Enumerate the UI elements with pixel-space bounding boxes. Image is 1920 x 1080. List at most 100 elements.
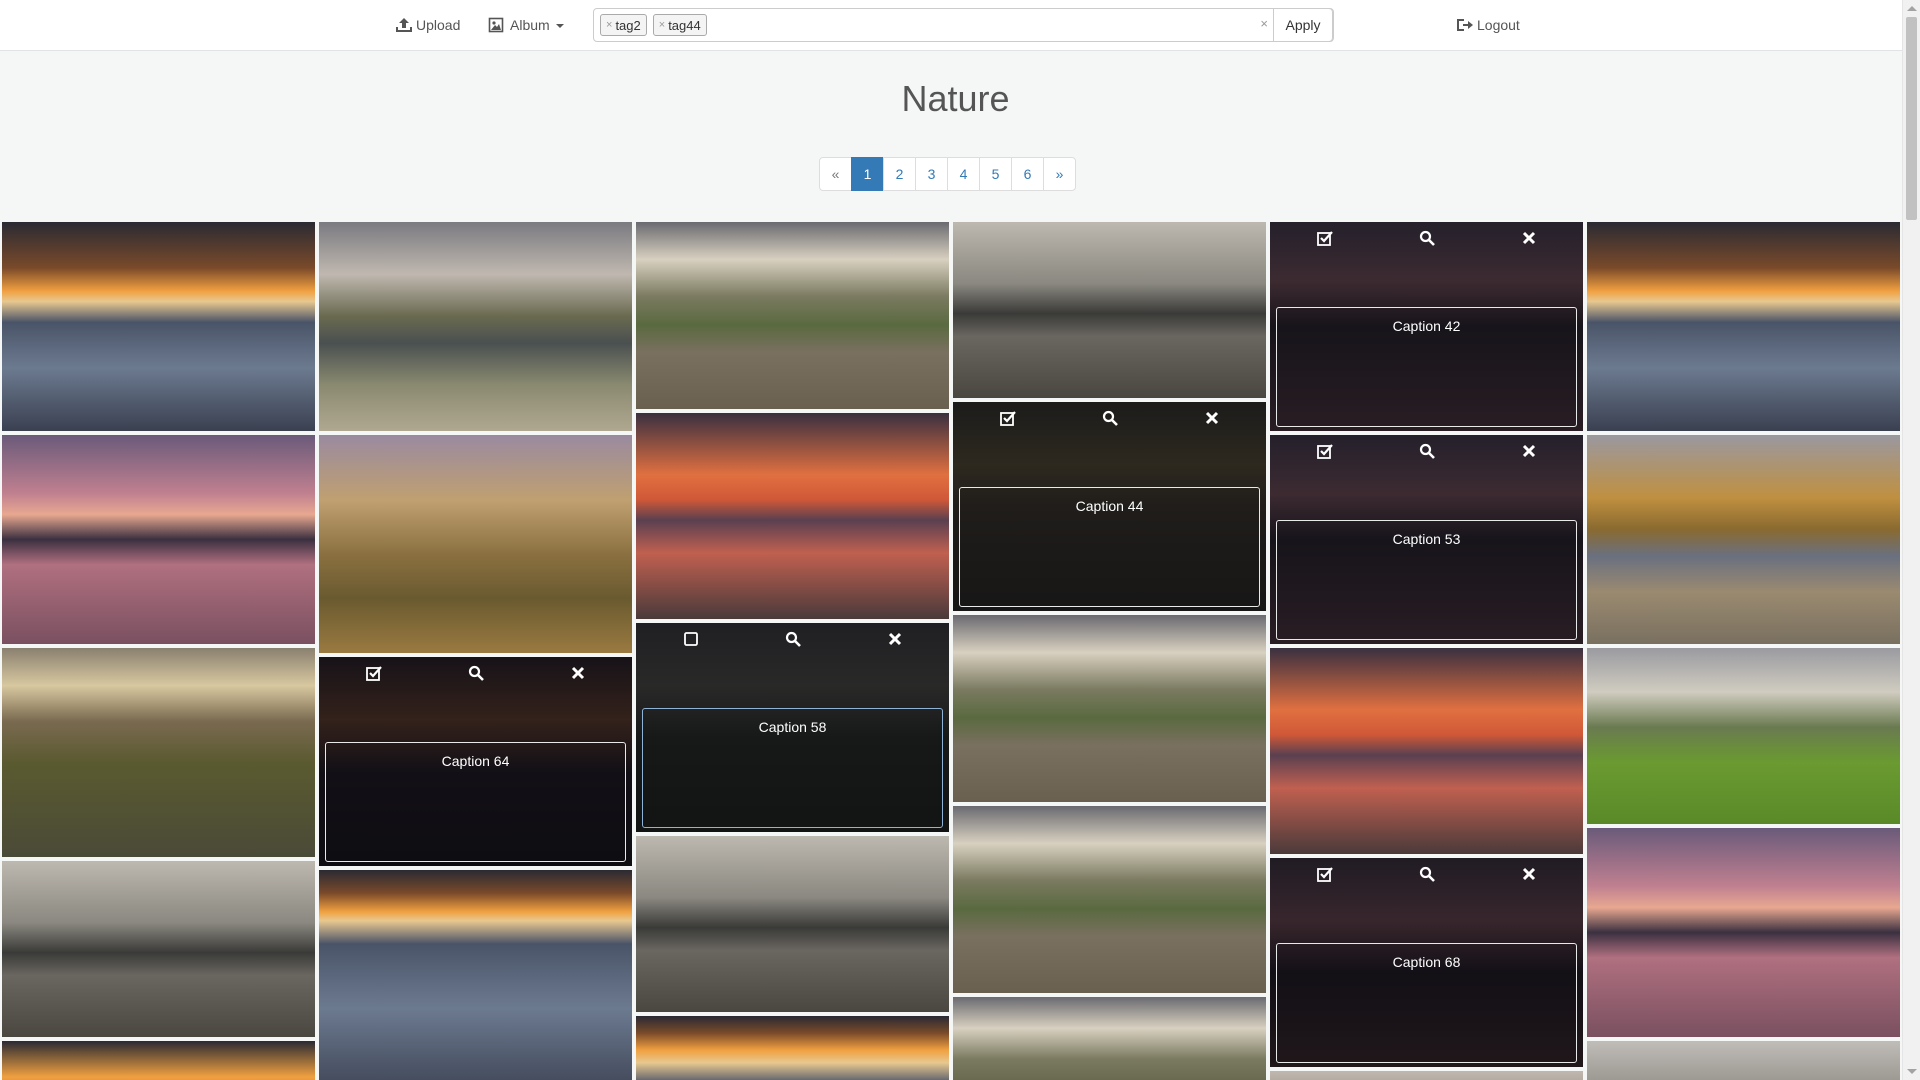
- apply-button[interactable]: Apply: [1273, 8, 1333, 42]
- caption-box: Caption 68: [1276, 943, 1577, 1063]
- photo-caption: Caption 42: [1392, 318, 1461, 334]
- tag-filter-input[interactable]: × tag2 × tag44 × Apply: [593, 8, 1334, 42]
- photo-image: [636, 222, 949, 409]
- photo-image: [319, 222, 632, 431]
- photo-tile[interactable]: [636, 1016, 949, 1080]
- photo-image: [636, 413, 949, 619]
- photo-tile[interactable]: [953, 806, 1266, 993]
- photo-caption: Caption 64: [441, 753, 510, 769]
- logout-icon: [1457, 19, 1473, 31]
- photo-tile[interactable]: [953, 615, 1266, 802]
- pagination-prev[interactable]: «: [819, 157, 852, 191]
- photo-image: [1270, 1071, 1583, 1080]
- photo-tile[interactable]: [2, 861, 315, 1037]
- photo-tile[interactable]: [2, 222, 315, 431]
- photo-tile[interactable]: [2, 648, 315, 857]
- pagination-page-1[interactable]: 1: [851, 157, 884, 191]
- photo-image: [953, 615, 1266, 802]
- zoom-icon[interactable]: [1100, 408, 1120, 428]
- page-title: Nature: [901, 78, 1010, 119]
- photo-tile[interactable]: [1270, 1071, 1583, 1080]
- photo-tile[interactable]: [2, 435, 315, 644]
- photo-tile[interactable]: Caption 53: [1270, 435, 1583, 644]
- photo-tile[interactable]: [2, 1041, 315, 1080]
- upload-button[interactable]: Upload: [395, 14, 460, 36]
- scrollbar-thumb[interactable]: [1906, 17, 1917, 220]
- photo-caption: Caption 68: [1392, 954, 1461, 970]
- photo-image: [2, 1041, 315, 1080]
- tag-remove-icon[interactable]: ×: [659, 19, 665, 31]
- remove-icon[interactable]: [1202, 408, 1222, 428]
- photo-tile[interactable]: [636, 222, 949, 409]
- remove-icon[interactable]: [1519, 441, 1539, 461]
- zoom-icon[interactable]: [466, 663, 486, 683]
- checkbox-checked-icon[interactable]: [1315, 441, 1335, 461]
- photo-caption: Caption 44: [1075, 498, 1144, 514]
- caption-box: Caption 64: [325, 742, 626, 862]
- zoom-icon[interactable]: [1417, 864, 1437, 884]
- pagination-page-3[interactable]: 3: [915, 157, 948, 191]
- photo-tile[interactable]: [319, 435, 632, 653]
- zoom-icon[interactable]: [783, 629, 803, 649]
- checkbox-checked-icon[interactable]: [1315, 864, 1335, 884]
- photo-caption: Caption 58: [758, 719, 827, 735]
- photo-tile[interactable]: [1270, 648, 1583, 854]
- photo-actions: [953, 408, 1266, 428]
- photo-tile[interactable]: Caption 58: [636, 623, 949, 832]
- photo-image: [2, 222, 315, 431]
- photo-tile[interactable]: [1587, 1041, 1900, 1080]
- tag-chip-label: tag2: [615, 17, 641, 33]
- photo-tile[interactable]: [953, 222, 1266, 398]
- photo-actions: [636, 629, 949, 649]
- photo-tile[interactable]: Caption 68: [1270, 858, 1583, 1067]
- photo-tile[interactable]: Caption 64: [319, 657, 632, 866]
- photo-image: [1587, 1041, 1900, 1080]
- remove-icon[interactable]: [885, 629, 905, 649]
- clear-tags-icon[interactable]: ×: [1260, 16, 1268, 31]
- zoom-icon[interactable]: [1417, 228, 1437, 248]
- tag-remove-icon[interactable]: ×: [606, 19, 612, 31]
- zoom-icon[interactable]: [1417, 441, 1437, 461]
- photo-image: [636, 1016, 949, 1080]
- photo-tile[interactable]: [319, 870, 632, 1080]
- photo-actions: [319, 663, 632, 683]
- checkbox-checked-icon[interactable]: [364, 663, 384, 683]
- remove-icon[interactable]: [568, 663, 588, 683]
- remove-icon[interactable]: [1519, 228, 1539, 248]
- pagination-page-2[interactable]: 2: [883, 157, 916, 191]
- photo-tile[interactable]: [1587, 435, 1900, 644]
- tag-chip: × tag2: [600, 14, 647, 36]
- photo-tile[interactable]: [636, 413, 949, 619]
- photo-tile[interactable]: [953, 997, 1266, 1080]
- remove-icon[interactable]: [1519, 864, 1539, 884]
- logout-button[interactable]: Logout: [1456, 14, 1520, 36]
- pagination-page-5[interactable]: 5: [979, 157, 1012, 191]
- scroll-up-arrow-icon[interactable]: [1907, 6, 1917, 11]
- caption-box: Caption 44: [959, 487, 1260, 607]
- photo-tile[interactable]: Caption 44: [953, 402, 1266, 611]
- photo-image: [2, 648, 315, 857]
- photo-overlay: Caption 44: [953, 402, 1266, 611]
- photo-image: [1587, 828, 1900, 1037]
- photo-tile[interactable]: [1587, 828, 1900, 1037]
- upload-label: Upload: [416, 17, 461, 33]
- photo-tile[interactable]: [319, 222, 632, 431]
- photo-tile[interactable]: Caption 42: [1270, 222, 1583, 431]
- vertical-scrollbar[interactable]: [1902, 0, 1920, 1080]
- album-dropdown[interactable]: Album: [488, 14, 564, 36]
- photo-overlay: Caption 68: [1270, 858, 1583, 1067]
- photo-tile[interactable]: [636, 836, 949, 1012]
- scroll-down-arrow-icon[interactable]: [1907, 1069, 1917, 1074]
- checkbox-checked-icon[interactable]: [998, 408, 1018, 428]
- caption-box: Caption 58: [642, 708, 943, 828]
- photo-image: [1587, 222, 1900, 431]
- photo-overlay: Caption 58: [636, 623, 949, 832]
- pagination-page-4[interactable]: 4: [947, 157, 980, 191]
- pagination-next[interactable]: »: [1043, 157, 1076, 191]
- checkbox-empty-icon[interactable]: [681, 629, 701, 649]
- photo-tile[interactable]: [1587, 648, 1900, 824]
- checkbox-checked-icon[interactable]: [1315, 228, 1335, 248]
- photo-image: [636, 836, 949, 1012]
- photo-tile[interactable]: [1587, 222, 1900, 431]
- pagination-page-6[interactable]: 6: [1011, 157, 1044, 191]
